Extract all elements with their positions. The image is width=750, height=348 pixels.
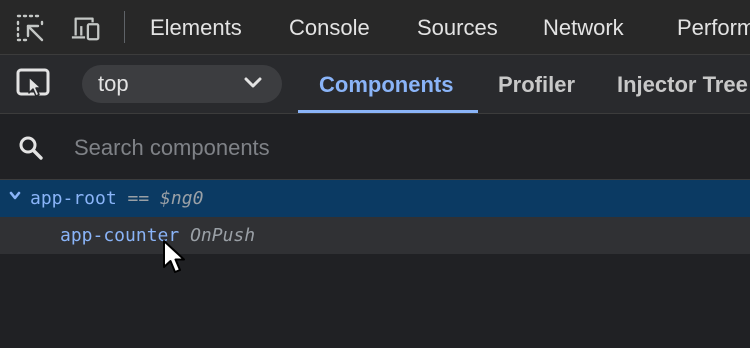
tab-profiler[interactable]: Profiler [498, 71, 575, 99]
component-name: app-root [30, 188, 117, 209]
mouse-cursor-icon [163, 240, 185, 273]
component-picker-icon[interactable] [15, 67, 53, 101]
tree-row-app-counter[interactable]: app-counter OnPush [0, 217, 750, 254]
component-tree: app-root == $ng0 app-counter OnPush [0, 180, 750, 348]
tab-sources[interactable]: Sources [417, 14, 498, 42]
change-detection-badge: OnPush [190, 225, 256, 246]
caret-down-icon[interactable] [9, 191, 21, 201]
tab-elements[interactable]: Elements [150, 14, 242, 42]
frame-select-value: top [98, 71, 129, 96]
devtools-tab-bar: Elements Console Sources Network Perform [0, 0, 750, 55]
tree-row-app-root[interactable]: app-root == $ng0 [0, 180, 750, 217]
tab-injector-tree[interactable]: Injector Tree [617, 71, 748, 99]
inspect-element-icon[interactable] [14, 12, 46, 44]
devtools-window: Elements Console Sources Network Perform… [0, 0, 750, 348]
tab-network[interactable]: Network [543, 14, 624, 42]
angular-devtools-toolbar: top Components Profiler Injector Tree [0, 55, 750, 114]
active-tab-indicator [298, 110, 478, 113]
chevron-down-icon [244, 77, 262, 88]
search-input[interactable] [74, 132, 714, 164]
search-bar [0, 114, 750, 180]
search-icon [19, 136, 43, 160]
toolbar-separator [124, 11, 125, 43]
component-debug-ref: == $ng0 [127, 188, 204, 209]
tab-performance[interactable]: Perform [677, 14, 750, 42]
frame-select[interactable]: top [82, 65, 282, 103]
tab-components[interactable]: Components [319, 71, 453, 99]
device-toolbar-icon[interactable] [70, 12, 102, 44]
tab-console[interactable]: Console [289, 14, 370, 42]
